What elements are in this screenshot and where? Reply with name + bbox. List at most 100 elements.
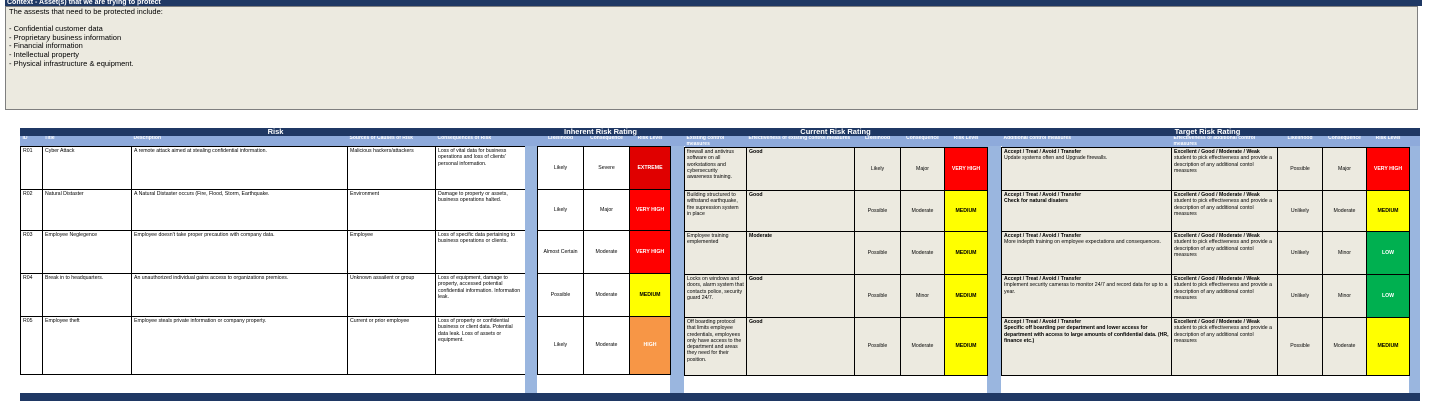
col-header-existing-controls: Existing control measures [684, 136, 747, 148]
risk-id-cell[interactable]: R05 [20, 316, 43, 375]
inherent-risk-level-cell[interactable]: HIGH [629, 316, 671, 375]
additional-control-cell[interactable]: Accept / Treat / Avoid / Transfer Specifi… [1001, 317, 1172, 376]
risk-source-cell[interactable]: Malicious hackers/attackers [347, 146, 436, 190]
target-likelihood-cell[interactable]: Unlikely [1277, 274, 1323, 318]
inherent-risk-level-cell[interactable]: VERY HIGH [629, 230, 671, 274]
inherent-risk-level-cell[interactable]: VERY HIGH [629, 189, 671, 231]
existing-control-cell[interactable]: Employee training emplemented [684, 231, 747, 275]
current-consequence-cell[interactable]: Major [900, 147, 945, 191]
additional-effectiveness-cell[interactable]: Excellent / Good / Moderate / Weak studen… [1171, 317, 1278, 376]
risk-id-cell[interactable]: R03 [20, 230, 43, 274]
current-risk-level-cell[interactable]: VERY HIGH [944, 147, 988, 191]
target-consequence-cell[interactable]: Major [1322, 147, 1367, 191]
existing-effectiveness-cell[interactable]: Good [746, 147, 855, 191]
risk-source-cell[interactable]: Environment [347, 189, 436, 231]
inherent-consequence-cell[interactable]: Moderate [583, 316, 630, 375]
context-box[interactable]: The assests that need to be protected in… [5, 6, 1418, 110]
inherent-likelihood-cell[interactable]: Likely [537, 189, 584, 231]
current-risk-level-cell[interactable]: MEDIUM [944, 317, 988, 376]
risk-description-cell[interactable]: A remote attack aimed at stealing confid… [131, 146, 348, 190]
risk-id-cell[interactable]: R02 [20, 189, 43, 231]
target-risk-level-cell[interactable]: VERY HIGH [1366, 147, 1410, 191]
risk-consequence-cell[interactable]: Loss of specific data pertaining to busi… [435, 230, 527, 274]
inherent-consequence-cell[interactable]: Severe [583, 146, 630, 190]
inherent-consequence-cell[interactable]: Moderate [583, 273, 630, 317]
context-intro: The assests that need to be protected in… [9, 7, 163, 16]
current-risk-level-cell[interactable]: MEDIUM [944, 231, 988, 275]
additional-effectiveness-cell[interactable]: Excellent / Good / Moderate / Weak studen… [1171, 274, 1278, 318]
col-header-risk-level: Risk Level [944, 136, 988, 148]
inherent-section-title: Inherent Risk Rating [525, 128, 676, 136]
current-likelihood-cell[interactable]: Likely [854, 147, 901, 191]
risk-consequence-cell[interactable]: Loss of equipment, damage to property, a… [435, 273, 527, 317]
inherent-likelihood-cell[interactable]: Almost Certain [537, 230, 584, 274]
target-consequence-cell[interactable]: Moderate [1322, 190, 1367, 232]
target-risk-level-cell[interactable]: LOW [1366, 274, 1410, 318]
target-consequence-cell[interactable]: Moderate [1322, 317, 1367, 376]
additional-effectiveness-cell[interactable]: Excellent / Good / Moderate / Weak studen… [1171, 147, 1278, 191]
risk-id-cell[interactable]: R04 [20, 273, 43, 317]
additional-effectiveness-cell[interactable]: Excellent / Good / Moderate / Weak studen… [1171, 190, 1278, 232]
inherent-likelihood-cell[interactable]: Likely [537, 146, 584, 190]
inherent-risk-level-cell[interactable]: MEDIUM [629, 273, 671, 317]
target-likelihood-cell[interactable]: Possible [1277, 147, 1323, 191]
existing-control-cell[interactable]: Off boarding protocol that limits employ… [684, 317, 747, 376]
current-consequence-cell[interactable]: Moderate [900, 190, 945, 232]
risk-description-cell[interactable]: Employee doesn't take proper precaution … [131, 230, 348, 274]
additional-control-cell[interactable]: Accept / Treat / Avoid / Transfer Impleme… [1001, 274, 1172, 318]
risk-title-cell[interactable]: Employee theft [42, 316, 132, 375]
target-risk-level-cell[interactable]: MEDIUM [1366, 190, 1410, 232]
current-likelihood-cell[interactable]: Possible [854, 317, 901, 376]
col-header-title: Title [42, 136, 132, 147]
existing-control-cell[interactable]: firewall and antivirus software on all w… [684, 147, 747, 191]
target-risk-level-cell[interactable]: MEDIUM [1366, 317, 1410, 376]
target-likelihood-cell[interactable]: Possible [1277, 317, 1323, 376]
additional-control-text: Check for natural disaters [1004, 198, 1069, 205]
current-panel: Current Risk Rating Existing control mea… [676, 128, 995, 401]
risk-description-cell[interactable]: An unauthorized individual gains access … [131, 273, 348, 317]
risk-description-cell[interactable]: A Natural Distaster occurs (Fire, Flood,… [131, 189, 348, 231]
risk-consequence-cell[interactable]: Loss of property or confidential busines… [435, 316, 527, 375]
existing-control-cell[interactable]: Locks on windows and doors, alarm system… [684, 274, 747, 318]
risk-title-cell[interactable]: Break in to headquarters. [42, 273, 132, 317]
target-likelihood-cell[interactable]: Unlikely [1277, 190, 1323, 232]
inherent-consequence-cell[interactable]: Major [583, 189, 630, 231]
additional-effectiveness-cell[interactable]: Excellent / Good / Moderate / Weak studen… [1171, 231, 1278, 275]
risk-title-cell[interactable]: Natural Distaster [42, 189, 132, 231]
inherent-consequence-cell[interactable]: Moderate [583, 230, 630, 274]
current-consequence-cell[interactable]: Moderate [900, 231, 945, 275]
current-consequence-cell[interactable]: Minor [900, 274, 945, 318]
additional-control-text: Update systems often and Upgrade firewal… [1004, 155, 1108, 162]
risk-title-cell[interactable]: Employee Neglegence [42, 230, 132, 274]
current-risk-level-cell[interactable]: MEDIUM [944, 274, 988, 318]
target-consequence-cell[interactable]: Minor [1322, 274, 1367, 318]
current-likelihood-cell[interactable]: Possible [854, 274, 901, 318]
asset-list: - Confidential customer data - Proprieta… [9, 25, 1414, 68]
target-likelihood-cell[interactable]: Unlikely [1277, 231, 1323, 275]
current-likelihood-cell[interactable]: Possible [854, 231, 901, 275]
risk-title-cell[interactable]: Cyber Attack [42, 146, 132, 190]
risk-source-cell[interactable]: Current or prior employee [347, 316, 436, 375]
risk-description-cell[interactable]: Employee steals private information or c… [131, 316, 348, 375]
risk-source-cell[interactable]: Unknown assailent or group [347, 273, 436, 317]
risk-id-cell[interactable]: R01 [20, 146, 43, 190]
risk-source-cell[interactable]: Employee [347, 230, 436, 274]
additional-control-cell[interactable]: Accept / Treat / Avoid / Transfer More in… [1001, 231, 1172, 275]
current-consequence-cell[interactable]: Moderate [900, 317, 945, 376]
inherent-risk-level-cell[interactable]: EXTREME [629, 146, 671, 190]
risk-consequence-cell[interactable]: Damage to property or assets, business o… [435, 189, 527, 231]
inherent-likelihood-cell[interactable]: Possible [537, 273, 584, 317]
inherent-likelihood-cell[interactable]: Likely [537, 316, 584, 375]
existing-effectiveness-cell[interactable]: Good [746, 190, 855, 232]
target-consequence-cell[interactable]: Minor [1322, 231, 1367, 275]
existing-effectiveness-cell[interactable]: Moderate [746, 231, 855, 275]
current-risk-level-cell[interactable]: MEDIUM [944, 190, 988, 232]
existing-effectiveness-cell[interactable]: Good [746, 274, 855, 318]
target-risk-level-cell[interactable]: LOW [1366, 231, 1410, 275]
additional-control-cell[interactable]: Accept / Treat / Avoid / Transfer Update … [1001, 147, 1172, 191]
existing-effectiveness-cell[interactable]: Good [746, 317, 855, 376]
existing-control-cell[interactable]: Building structured to withstand earthqu… [684, 190, 747, 232]
current-likelihood-cell[interactable]: Possible [854, 190, 901, 232]
risk-consequence-cell[interactable]: Loss of vital data for business operatio… [435, 146, 527, 190]
additional-control-cell[interactable]: Accept / Treat / Avoid / Transfer Check f… [1001, 190, 1172, 232]
